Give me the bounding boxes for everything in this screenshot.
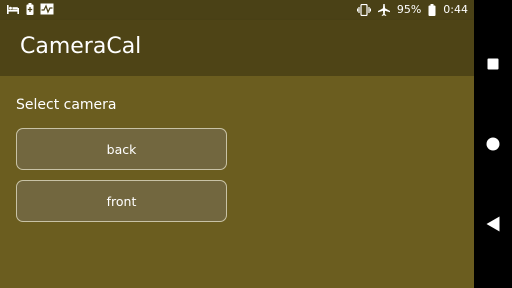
app-title: CameraCal bbox=[20, 34, 142, 59]
home-button[interactable] bbox=[474, 129, 512, 159]
clock: 0:44 bbox=[443, 3, 468, 16]
activity-icon bbox=[40, 3, 54, 15]
app-bar: CameraCal bbox=[0, 20, 474, 76]
back-camera-button[interactable]: back bbox=[16, 128, 227, 170]
airplane-icon bbox=[377, 3, 390, 16]
battery-percent: 95% bbox=[396, 3, 422, 16]
status-bar: 95% 0:44 bbox=[0, 0, 474, 20]
recents-icon bbox=[487, 58, 499, 70]
battery-saver-icon bbox=[26, 3, 34, 15]
home-icon bbox=[486, 137, 500, 151]
back-button[interactable] bbox=[474, 209, 512, 239]
vibrate-icon bbox=[356, 3, 371, 16]
back-camera-button-label: back bbox=[106, 141, 137, 157]
navigation-bar bbox=[474, 0, 512, 288]
status-bar-left bbox=[6, 3, 54, 15]
battery-icon bbox=[428, 3, 436, 16]
select-camera-label: Select camera bbox=[16, 97, 117, 113]
bed-icon bbox=[7, 5, 19, 14]
back-icon bbox=[486, 216, 500, 232]
front-camera-button-label: front bbox=[106, 193, 137, 209]
status-bar-right: 95% 0:44 bbox=[356, 3, 468, 16]
main-content: Select camera back front bbox=[0, 76, 474, 288]
recents-button[interactable] bbox=[474, 49, 512, 79]
front-camera-button[interactable]: front bbox=[16, 180, 227, 222]
